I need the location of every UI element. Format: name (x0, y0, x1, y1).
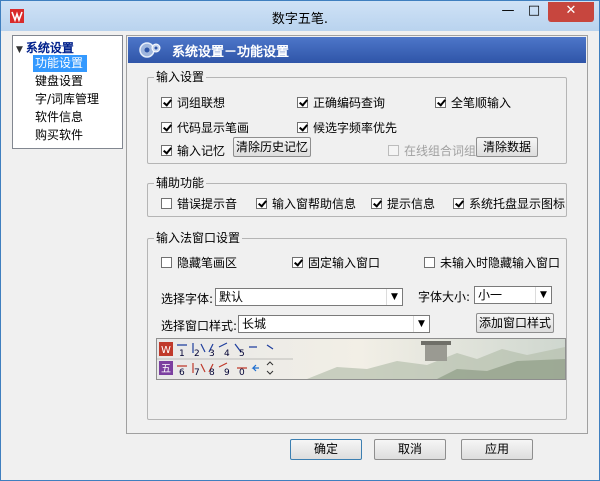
ime-style-preview: W 五 1 2 3 4 5 6 7 8 9 0 (156, 338, 566, 380)
style-label: 选择窗口样式: (161, 319, 238, 333)
tree-item-purchase[interactable]: 购买软件 (33, 127, 87, 144)
preview-number-5: 5 (239, 349, 245, 359)
freq-priority-label: 候选字频率优先 (313, 121, 398, 135)
great-wall-preview-image: W 五 (157, 341, 565, 379)
window-style-select-value: 长城 (242, 317, 267, 331)
tree-item-function[interactable]: 功能设置 (33, 55, 88, 72)
dropdown-arrow-icon[interactable]: ▼ (535, 287, 551, 303)
maximize-button[interactable]: □ (521, 2, 547, 22)
checkbox-box[interactable] (297, 122, 308, 133)
online-combo-checkbox: 在线组合词组 (388, 142, 476, 159)
checkbox-box[interactable] (161, 257, 172, 268)
expand-triangle-icon[interactable]: ▼ (16, 45, 23, 55)
ime-window-label: 输入法窗口设置 (154, 231, 243, 245)
aux-functions-label: 辅助功能 (154, 176, 207, 190)
freq-priority-checkbox[interactable]: 候选字频率优先 (297, 119, 397, 136)
checkbox-box[interactable] (161, 198, 172, 209)
svg-text:五: 五 (161, 364, 171, 375)
title-bar: 数字五笔. — □ ✕ (1, 1, 599, 31)
font-size-label: 字体大小: (418, 290, 471, 304)
input-memory-label: 输入记忆 (177, 144, 226, 158)
cancel-button[interactable]: 取消 (374, 439, 446, 460)
add-window-style-button[interactable]: 添加窗口样式 (476, 313, 554, 333)
checkbox-box[interactable] (256, 198, 267, 209)
show-strokes-checkbox[interactable]: 代码显示笔画 (161, 119, 249, 136)
tree-item-dictionary[interactable]: 字/词库管理 (33, 91, 103, 108)
checkbox-box[interactable] (435, 97, 446, 108)
hide-strokes-checkbox[interactable]: 隐藏笔画区 (161, 254, 237, 271)
client-area: ▼ 系统设置 功能设置 键盘设置 字/词库管理 软件信息 购买软件 系统设置－功能… (8, 31, 592, 474)
code-query-checkbox[interactable]: 正确编码查询 (297, 94, 385, 111)
help-info-label: 输入窗帮助信息 (272, 197, 357, 211)
hint-info-checkbox[interactable]: 提示信息 (371, 195, 435, 212)
checkbox-box[interactable] (453, 198, 464, 209)
gear-icon (139, 42, 161, 58)
tree-item-software-info[interactable]: 软件信息 (33, 109, 87, 126)
font-size-select-value: 小一 (478, 288, 503, 302)
show-strokes-label: 代码显示笔画 (177, 121, 250, 135)
preview-number-7: 7 (194, 368, 200, 378)
fixed-window-label: 固定输入窗口 (308, 256, 381, 270)
checkbox-box[interactable] (161, 122, 172, 133)
fixed-window-checkbox[interactable]: 固定输入窗口 (292, 254, 380, 271)
help-info-checkbox[interactable]: 输入窗帮助信息 (256, 195, 356, 212)
checkbox-box[interactable] (371, 198, 382, 209)
apply-button[interactable]: 应用 (461, 439, 533, 460)
font-select[interactable]: 默认 ▼ (215, 288, 403, 306)
tree-root-label: 系统设置 (25, 41, 74, 55)
font-select-value: 默认 (219, 290, 244, 304)
input-memory-checkbox[interactable]: 输入记忆 (161, 142, 225, 159)
preview-number-0: 0 (239, 368, 245, 378)
preview-number-6: 6 (179, 368, 185, 378)
error-sound-checkbox[interactable]: 错误提示音 (161, 195, 237, 212)
stroke-order-label: 全笔顺输入 (451, 96, 512, 110)
preview-number-3: 3 (209, 349, 215, 359)
preview-number-1: 1 (179, 349, 185, 359)
ok-button[interactable]: 确定 (290, 439, 362, 460)
input-settings-label: 输入设置 (154, 70, 207, 84)
tray-icon-label: 系统托盘显示图标 (469, 197, 566, 211)
checkbox-box[interactable] (292, 257, 303, 268)
error-sound-label: 错误提示音 (177, 197, 238, 211)
settings-tree: ▼ 系统设置 功能设置 键盘设置 字/词库管理 软件信息 购买软件 (12, 35, 123, 149)
stroke-order-checkbox[interactable]: 全笔顺输入 (435, 94, 511, 111)
preview-number-8: 8 (209, 368, 215, 378)
window-style-select[interactable]: 长城 ▼ (238, 315, 430, 333)
aux-functions-group: 辅助功能 错误提示音 输入窗帮助信息 提示信息 系统托盘显示图标 (147, 176, 567, 217)
checkbox-box (388, 145, 399, 156)
preview-number-9: 9 (224, 368, 230, 378)
word-assoc-label: 词组联想 (177, 96, 226, 110)
minimize-button[interactable]: — (495, 2, 521, 22)
checkbox-box[interactable] (424, 257, 435, 268)
tray-icon-checkbox[interactable]: 系统托盘显示图标 (453, 195, 565, 212)
tree-root[interactable]: ▼ 系统设置 (16, 39, 74, 56)
app-window: 数字五笔. — □ ✕ ▼ 系统设置 功能设置 键盘设置 字/词库管理 软件信息 … (0, 0, 600, 481)
tree-item-keyboard[interactable]: 键盘设置 (33, 73, 87, 90)
hint-info-label: 提示信息 (387, 197, 436, 211)
panel-header: 系统设置－功能设置 (128, 37, 586, 63)
checkbox-box[interactable] (161, 97, 172, 108)
word-assoc-checkbox[interactable]: 词组联想 (161, 94, 225, 111)
svg-text:W: W (161, 345, 171, 356)
font-size-select[interactable]: 小一 ▼ (474, 286, 552, 304)
preview-number-4: 4 (224, 349, 230, 359)
ime-window-group: 输入法窗口设置 隐藏笔画区 固定输入窗口 未输入时隐藏输入窗口 选择字体: 默认… (147, 231, 567, 420)
online-combo-label: 在线组合词组 (404, 144, 477, 158)
hide-strokes-label: 隐藏笔画区 (177, 256, 238, 270)
preview-number-2: 2 (194, 349, 200, 359)
input-settings-group: 输入设置 词组联想 正确编码查询 全笔顺输入 代码显示笔画 候选字频率优先 输入… (147, 70, 567, 164)
checkbox-box[interactable] (161, 145, 172, 156)
code-query-label: 正确编码查询 (313, 96, 386, 110)
clear-data-button[interactable]: 清除数据 (476, 137, 538, 157)
font-label: 选择字体: (161, 292, 214, 306)
clear-history-button[interactable]: 清除历史记忆 (233, 137, 311, 157)
hide-when-idle-label: 未输入时隐藏输入窗口 (440, 256, 561, 270)
hide-when-idle-checkbox[interactable]: 未输入时隐藏输入窗口 (424, 254, 560, 271)
dropdown-arrow-icon[interactable]: ▼ (386, 289, 402, 305)
settings-panel: 系统设置－功能设置 输入设置 词组联想 正确编码查询 全笔顺输入 代码显示笔画 … (126, 35, 588, 434)
dropdown-arrow-icon[interactable]: ▼ (413, 316, 429, 332)
close-button[interactable]: ✕ (548, 2, 594, 22)
panel-title: 系统设置－功能设置 (172, 45, 290, 60)
checkbox-box[interactable] (297, 97, 308, 108)
